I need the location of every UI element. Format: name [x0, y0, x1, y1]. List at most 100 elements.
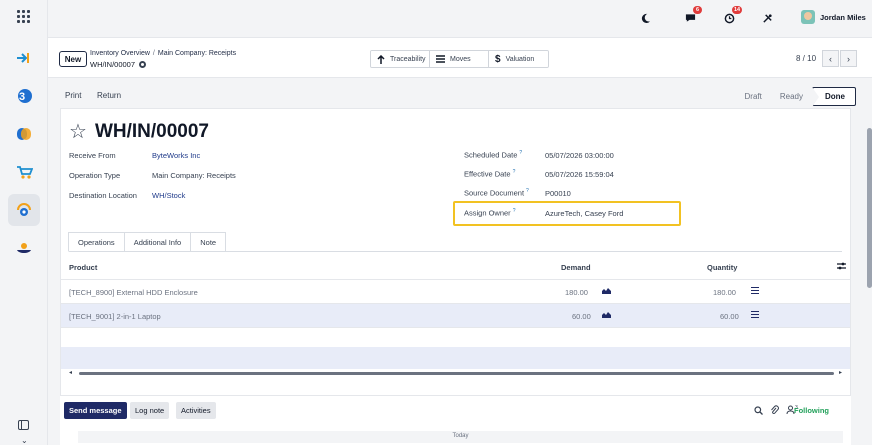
help-icon[interactable]: ?	[526, 188, 529, 194]
paperclip-icon[interactable]	[770, 405, 779, 417]
row-demand: 180.00	[565, 288, 588, 297]
horizontal-scrollbar[interactable]: ◂ ▸	[69, 370, 844, 377]
gear-icon[interactable]	[139, 61, 147, 68]
app-icon-other[interactable]	[8, 232, 40, 264]
send-message-button[interactable]: Send message	[64, 402, 127, 419]
assign-owner-field[interactable]: AzureTech, Casey Ford	[545, 209, 623, 218]
activities-button[interactable]: Activities	[176, 402, 216, 419]
new-button[interactable]: New	[59, 51, 87, 67]
scroll-right-icon[interactable]: ▸	[839, 370, 842, 377]
moves-label: Moves	[450, 55, 471, 63]
today-label: Today	[452, 433, 469, 439]
forecast-chart-icon[interactable]	[602, 288, 611, 294]
dark-mode-icon[interactable]	[640, 10, 651, 26]
following-button[interactable]: Following	[794, 406, 829, 415]
vertical-scrollbar[interactable]	[867, 108, 872, 418]
chevron-right-icon: ›	[847, 53, 850, 64]
breadcrumb-separator: /	[152, 50, 155, 57]
table-row[interactable]: [TECH_8900] External HDD Enclosure 180.0…	[61, 279, 850, 303]
record-title: WH/IN/00007	[94, 121, 209, 142]
star-icon[interactable]: ☆	[69, 122, 87, 142]
user-name[interactable]: Jordan Miles	[820, 13, 866, 22]
help-icon[interactable]: ?	[513, 208, 516, 214]
source-document-field[interactable]: P00010	[545, 189, 571, 198]
operations-table-header: Product Demand Quantity	[69, 259, 848, 279]
traceability-button[interactable]: Traceability	[371, 51, 430, 67]
activity-badge: 14	[732, 6, 743, 14]
chevron-left-icon: ‹	[829, 53, 832, 64]
breadcrumb-inventory-overview[interactable]: Inventory Overview	[90, 50, 150, 57]
table-row[interactable]: [TECH_9001] 2-in-1 Laptop 60.00 60.00	[61, 303, 850, 327]
top-navbar: 6 14 Jordan Miles	[48, 0, 872, 38]
tab-note[interactable]: Note	[190, 232, 227, 252]
scroll-left-icon[interactable]: ◂	[69, 370, 72, 377]
app-icon-purchase[interactable]	[8, 156, 40, 188]
effective-date-field[interactable]: 05/07/2026 15:59:04	[545, 170, 614, 179]
row-quantity: 180.00	[713, 288, 736, 297]
status-ready[interactable]: Ready	[771, 92, 812, 101]
source-document-label-text: Source Document	[464, 188, 525, 198]
status-draft[interactable]: Draft	[736, 92, 771, 101]
breadcrumb-receipts[interactable]: Main Company: Receipts	[158, 50, 236, 57]
details-list-icon[interactable]	[751, 311, 759, 318]
receive-from-label: Receive From	[69, 151, 116, 160]
today-separator: Today	[78, 431, 843, 443]
app-rail: 3 ⌄	[0, 0, 48, 445]
breadcrumb: Inventory Overview / Main Company: Receipt…	[90, 50, 236, 57]
vertical-scrollbar-thumb[interactable]	[867, 128, 872, 288]
activity-clock-icon[interactable]: 14	[724, 6, 743, 26]
record-breadcrumb: WH/IN/00007	[90, 60, 147, 69]
notebook-tabs: Operations Additional Info Note	[68, 232, 227, 252]
search-icon[interactable]	[754, 406, 763, 417]
optional-columns-icon[interactable]	[837, 262, 846, 272]
details-list-icon[interactable]	[751, 287, 759, 294]
avatar[interactable]	[801, 10, 815, 24]
pager-value[interactable]: 8 / 10	[796, 54, 816, 63]
status-done[interactable]: Done	[812, 87, 856, 107]
messages-icon[interactable]: 6	[685, 6, 702, 26]
empty-row	[61, 327, 850, 347]
smart-buttons: Traceability Moves $ Valuation	[370, 50, 549, 68]
destination-location-field[interactable]: WH/Stock	[152, 191, 185, 200]
sidebar-toggle-icon[interactable]	[18, 420, 29, 430]
assign-owner-label-text: Assign Owner	[464, 208, 511, 218]
row-product: [TECH_9001] 2-in-1 Laptop	[69, 312, 161, 321]
scheduled-date-field[interactable]: 05/07/2026 03:00:00	[545, 151, 614, 160]
return-button[interactable]: Return	[97, 91, 121, 100]
column-quantity[interactable]: Quantity	[707, 263, 737, 272]
pager-previous-button[interactable]: ‹	[822, 50, 839, 67]
scheduled-date-label: Scheduled Date?	[464, 150, 522, 160]
scrollbar-thumb[interactable]	[79, 372, 834, 375]
record-ref: WH/IN/00007	[90, 60, 136, 69]
valuation-label: Valuation	[505, 55, 535, 63]
empty-row-selected	[61, 347, 850, 369]
list-icon	[436, 55, 445, 63]
print-button[interactable]: Print	[65, 91, 81, 100]
app-grid-icon[interactable]	[17, 10, 30, 23]
valuation-button[interactable]: $ Valuation	[489, 51, 548, 67]
receive-from-field[interactable]: ByteWorks Inc	[152, 151, 200, 160]
operation-type-field[interactable]: Main Company: Receipts	[152, 171, 236, 180]
column-product[interactable]: Product	[69, 263, 97, 272]
moves-button[interactable]: Moves	[430, 51, 489, 67]
pager-next-button[interactable]: ›	[840, 50, 857, 67]
app-icon-connect[interactable]	[8, 118, 40, 150]
forecast-chart-icon[interactable]	[602, 312, 611, 318]
app-icon-discuss[interactable]	[8, 42, 40, 74]
control-panel: New Inventory Overview / Main Company: Rec…	[48, 38, 872, 78]
effective-date-label: Effective Date?	[464, 169, 515, 179]
tab-additional-info[interactable]: Additional Info	[123, 232, 192, 252]
app-icon-inventory[interactable]	[8, 194, 40, 226]
tools-icon[interactable]	[762, 10, 773, 26]
help-icon[interactable]: ?	[519, 150, 522, 156]
column-demand[interactable]: Demand	[561, 263, 591, 272]
destination-location-label: Destination Location	[69, 191, 137, 200]
chevron-down-icon[interactable]: ⌄	[21, 436, 28, 445]
app-icon-numbered[interactable]: 3	[8, 80, 40, 112]
help-icon[interactable]: ?	[513, 169, 516, 175]
log-note-button[interactable]: Log note	[130, 402, 170, 419]
svg-text:3: 3	[19, 91, 25, 103]
form-view: Print Return Draft Ready Done ☆ WH/IN/00…	[48, 78, 872, 445]
tab-operations[interactable]: Operations	[68, 232, 125, 252]
arrow-up-icon	[377, 54, 385, 64]
